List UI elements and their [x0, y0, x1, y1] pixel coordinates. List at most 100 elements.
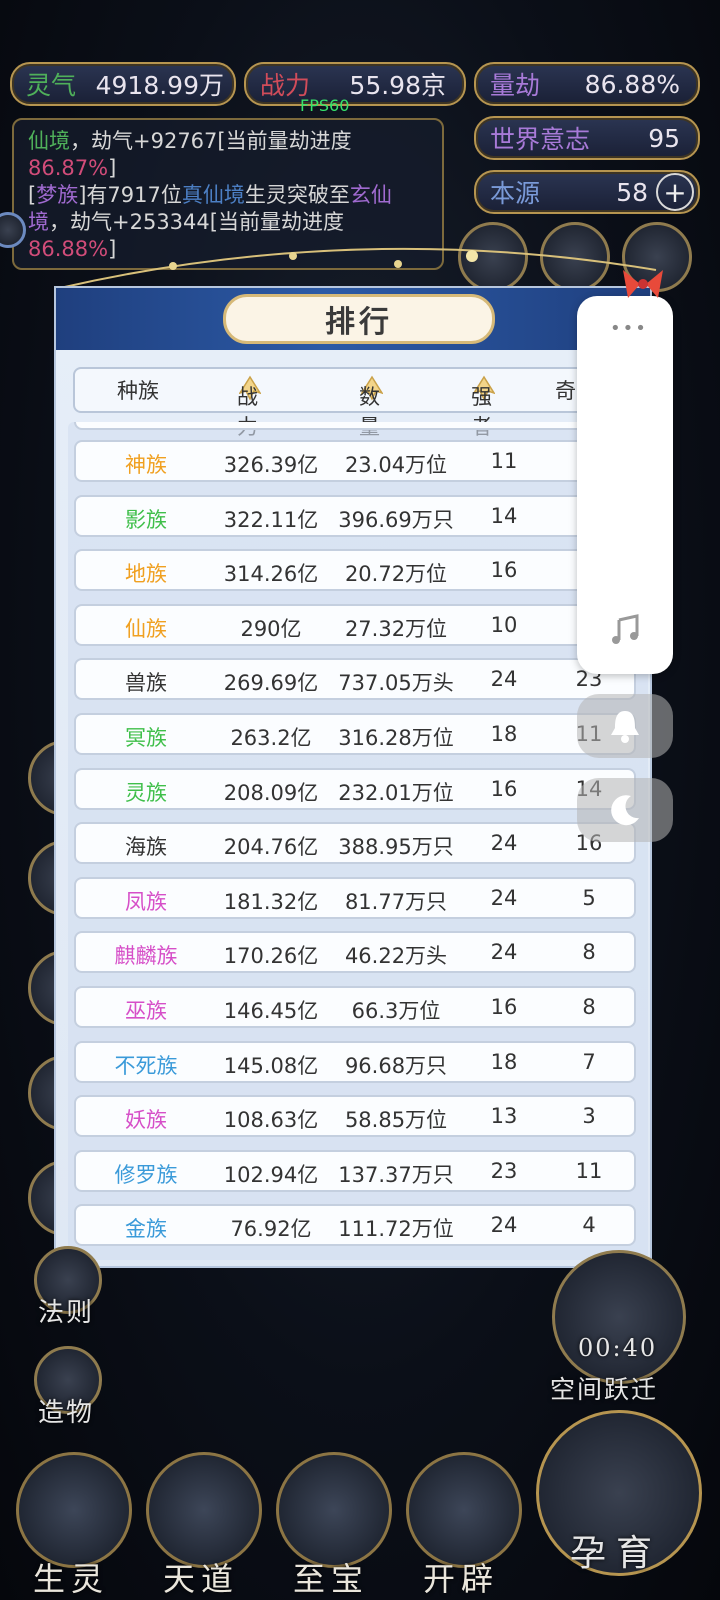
- col-qi[interactable]: 奇: [555, 375, 576, 405]
- count-cell: 20.72万位: [344, 562, 448, 587]
- table-row[interactable]: 麒麟族 170.26亿 46.22万头 24 8: [74, 931, 636, 974]
- fps-counter: FPS60: [300, 96, 350, 115]
- table-row[interactable]: 妖族 108.63亿 58.85万位 13 3: [74, 1095, 636, 1138]
- table-row[interactable]: 神族 326.39亿 23.04万位 11: [74, 440, 636, 482]
- nav-kaipi[interactable]: 开辟: [402, 1452, 522, 1598]
- space-jump-timer: 00:40: [578, 1334, 658, 1362]
- race-cell: 灵族: [125, 780, 167, 805]
- race-cell: 冥族: [125, 726, 167, 750]
- table-row[interactable]: 金族 76.92亿 111.72万位 24 4: [74, 1204, 636, 1247]
- race-cell: 金族: [125, 1217, 167, 1242]
- race-cell: 麒麟族: [114, 944, 178, 969]
- race-cell: 海族: [125, 835, 167, 860]
- table-row[interactable]: 地族 314.26亿 20.72万位 16: [74, 549, 636, 592]
- strong-cell: 24: [490, 667, 518, 692]
- table-row[interactable]: 凤族 181.32亿 81.77万只 24 5: [74, 876, 636, 919]
- benyuan-plus-button[interactable]: +: [656, 173, 694, 211]
- shijie-stat[interactable]: 世界意志 95: [474, 116, 700, 160]
- nav-tiandao[interactable]: 天道: [142, 1452, 262, 1598]
- power-cell: 314.26亿: [223, 562, 319, 587]
- strong-cell: 18: [490, 1049, 518, 1074]
- nav-zhibao[interactable]: 至宝: [272, 1452, 392, 1598]
- qi-cell: 3: [582, 1104, 596, 1129]
- strong-cell: 16: [490, 776, 518, 801]
- count-cell: 232.01万位: [338, 780, 454, 805]
- race-cell: 妖族: [125, 1108, 167, 1133]
- strong-cell: 14: [490, 503, 518, 528]
- ranking-list[interactable]: 神族326.39亿23.04万位11影族322.11亿396.69万只141地族…: [68, 422, 648, 1260]
- table-row[interactable]: 影族322.11亿396.69万只141: [74, 494, 636, 537]
- strong-cell: 24: [490, 885, 518, 910]
- ranking-panel: 排行 种族 战力 数量 强者 奇 神族 326.39亿 23.04万位 11 影族 322…: [54, 286, 652, 1268]
- count-cell: 58.85万位: [344, 1108, 448, 1133]
- night-mode-button[interactable]: [577, 778, 673, 842]
- col-count[interactable]: 数量: [359, 375, 383, 439]
- power-cell: 76.92亿: [230, 1217, 312, 1242]
- kaipi-icon: [406, 1452, 522, 1568]
- zao-wu-label[interactable]: 造物: [38, 1392, 94, 1429]
- col-race[interactable]: 种族: [117, 375, 159, 405]
- qi-cell: 8: [582, 940, 596, 965]
- count-cell: 46.22万头: [344, 944, 448, 969]
- benyuan-key: 本源: [490, 179, 541, 208]
- race-cell: 修罗族: [114, 1162, 178, 1187]
- count-cell: 96.68万只: [344, 1053, 448, 1078]
- liangjie-key: 量劫: [490, 71, 541, 100]
- count-cell: 81.77万只: [344, 889, 448, 914]
- table-row[interactable]: 修罗族 102.94亿 137.37万只 23 11: [74, 1149, 636, 1192]
- table-row[interactable]: 巫族 146.45亿 66.3万位 16 8: [74, 986, 636, 1028]
- bell-icon: [611, 711, 639, 743]
- ribbon-icon: [623, 270, 663, 298]
- count-cell: 396.69万只: [338, 507, 454, 532]
- table-row[interactable]: 不死族 145.08亿 96.68万只 18 7: [74, 1040, 636, 1083]
- shijie-value: 95: [648, 123, 680, 153]
- space-jump-label[interactable]: 空间跃迁: [550, 1370, 658, 1406]
- race-cell: 神族: [125, 453, 167, 477]
- race-cell: 兽族: [125, 671, 167, 696]
- shengling-icon: [16, 1452, 132, 1568]
- zhanli-stat: 战力 55.98京: [244, 62, 466, 106]
- yunyu-label[interactable]: 孕育: [570, 1524, 662, 1576]
- panel-header: 排行: [56, 288, 650, 350]
- space-jump-icon[interactable]: [552, 1250, 686, 1384]
- bell-button[interactable]: [577, 694, 673, 758]
- music-icon[interactable]: [609, 614, 641, 646]
- zhibao-icon: [276, 1452, 392, 1568]
- count-cell: 66.3万位: [351, 999, 441, 1023]
- fa-ze-label[interactable]: 法则: [38, 1292, 94, 1329]
- power-cell: 269.69亿: [223, 671, 319, 696]
- table-row[interactable]: 海族 204.76亿 388.95万只 24 16: [74, 822, 636, 865]
- power-cell: 204.76亿: [223, 835, 319, 860]
- power-cell: 290亿: [240, 616, 302, 641]
- table-row-partial[interactable]: [74, 422, 636, 430]
- table-row[interactable]: 冥族263.2亿316.28万位1811: [74, 713, 636, 755]
- strong-cell: 16: [490, 995, 518, 1019]
- liangjie-stat[interactable]: 量劫 86.88%: [474, 62, 700, 106]
- power-cell: 326.39亿: [223, 453, 319, 477]
- power-cell: 146.45亿: [223, 999, 319, 1023]
- strong-cell: 23: [490, 1158, 518, 1183]
- nav-shengling-label: 生灵: [32, 1560, 109, 1598]
- count-cell: 388.95万只: [338, 835, 454, 860]
- race-cell: 影族: [125, 507, 167, 532]
- more-icon[interactable]: •••: [610, 318, 648, 339]
- log-line-1: 仙境，劫气+92767[当前量劫进度 86.87%]: [28, 129, 352, 180]
- table-row[interactable]: 灵族208.09亿232.01万位1614: [74, 767, 636, 810]
- lingqi-stat: 灵气 4918.99万: [10, 62, 236, 106]
- tiandao-icon: [146, 1452, 262, 1568]
- decorative-arc: [59, 247, 657, 289]
- power-cell: 208.09亿: [223, 780, 319, 805]
- race-cell: 凤族: [125, 889, 167, 914]
- benyuan-stat[interactable]: 本源 58 +: [474, 170, 700, 214]
- strong-cell: 11: [490, 449, 518, 473]
- nav-shengling[interactable]: 生灵: [12, 1452, 132, 1598]
- table-row[interactable]: 仙族 290亿 27.32万位 10: [74, 603, 636, 646]
- race-cell: 不死族: [114, 1053, 178, 1078]
- race-cell: 仙族: [125, 616, 167, 641]
- qi-cell: 11: [575, 1158, 603, 1183]
- panel-title: 排行: [223, 294, 495, 344]
- col-strong[interactable]: 强者: [471, 375, 495, 439]
- table-row[interactable]: 兽族 269.69亿 737.05万头 24 23: [74, 658, 636, 701]
- qi-cell: 5: [582, 885, 596, 910]
- col-power[interactable]: 战力: [237, 375, 261, 439]
